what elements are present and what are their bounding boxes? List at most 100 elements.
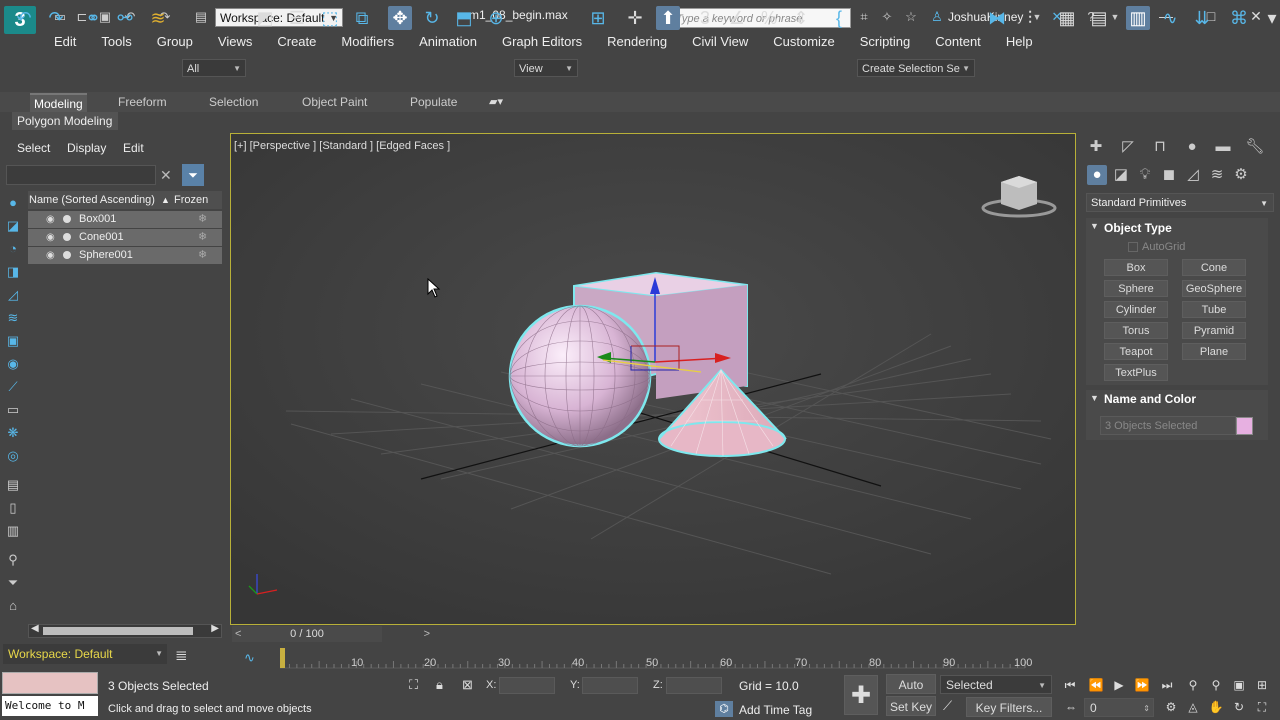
percent-snap-icon[interactable]: % [757, 6, 781, 30]
time-slider-marker[interactable] [280, 648, 285, 668]
key-tangent-icon[interactable]: ⟋ [943, 698, 952, 714]
project-folder-icon[interactable]: ▤ [193, 10, 209, 24]
select-and-rotate-icon[interactable]: ↻ [420, 6, 444, 30]
layers-icon[interactable]: ≣ [175, 646, 188, 664]
cameras-category-icon[interactable]: ◼ [1159, 166, 1179, 184]
mirror-icon[interactable]: ⧓ [985, 6, 1009, 30]
explorer-row-sphere001[interactable]: ◉ Sphere001 ❄ [28, 247, 222, 264]
toggle-ribbon-icon[interactable]: ▤ [1087, 6, 1111, 30]
explorer-menu-edit[interactable]: Edit [123, 141, 144, 155]
display-cameras-icon[interactable]: ◨ [4, 264, 22, 280]
viewport-label[interactable]: [+] [Perspective ] [Standard ] [Edged Fa… [234, 140, 450, 152]
modify-panel-icon[interactable]: ◸ [1118, 138, 1138, 156]
key-mode-toggle-icon[interactable]: ⇔ [1062, 699, 1080, 715]
explorer-menu-display[interactable]: Display [67, 141, 106, 155]
scene-explorer-toggle-icon[interactable]: ▥ [1126, 6, 1150, 30]
explorer-menu-select[interactable]: Select [17, 141, 50, 155]
create-pyramid-button[interactable]: Pyramid [1182, 322, 1246, 339]
snaps-toggle-icon[interactable]: 3 [693, 6, 717, 30]
selection-filter-select[interactable]: All ▼ [182, 59, 246, 77]
menu-graph-editors[interactable]: Graph Editors [488, 33, 593, 51]
display-none-icon[interactable]: ● [4, 195, 22, 211]
display-groups-icon[interactable]: ▣ [4, 333, 22, 349]
select-and-move-icon[interactable]: ✥ [388, 6, 412, 30]
zoom-icon[interactable]: ⚲ [1184, 677, 1202, 693]
rollout-collapse-icon[interactable]: ▼ [1090, 221, 1099, 231]
redo-tool-icon[interactable]: ↷ [44, 6, 68, 30]
create-panel-icon[interactable]: ✚ [1086, 138, 1106, 156]
select-by-name-icon[interactable]: ☰ [285, 6, 309, 30]
menu-civil-view[interactable]: Civil View [678, 33, 759, 51]
maximize-viewport-icon[interactable]: ⛶ [1253, 699, 1271, 715]
menu-views[interactable]: Views [204, 33, 263, 51]
ribbon-options-icon[interactable]: ▰▾ [489, 95, 511, 109]
helpers-category-icon[interactable]: ◿ [1183, 166, 1203, 184]
zoom-all-icon[interactable]: ⚲ [1207, 677, 1225, 693]
menu-help[interactable]: Help [992, 33, 1044, 51]
menu-content[interactable]: Content [921, 33, 992, 51]
field-of-view-icon[interactable]: ◬ [1184, 699, 1202, 715]
zoom-extents-all-icon[interactable]: ⊞ [1253, 677, 1271, 693]
scroll-right-icon[interactable]: ▶ [211, 623, 219, 634]
material-editor-icon[interactable]: ⌘ [1227, 6, 1251, 30]
favorites-star-icon[interactable]: ☆ [903, 10, 919, 24]
create-teapot-button[interactable]: Teapot [1104, 343, 1168, 360]
space-warps-category-icon[interactable]: ≋ [1207, 166, 1227, 184]
layer-explorer-icon[interactable]: ▦ [1055, 6, 1079, 30]
create-geosphere-button[interactable]: GeoSphere [1182, 280, 1246, 297]
lights-category-icon[interactable]: 💡︎ [1135, 166, 1155, 184]
create-box-button[interactable]: Box [1104, 259, 1168, 276]
tab-modeling[interactable]: Modeling [30, 93, 87, 113]
find-icon[interactable]: ⚲ [4, 552, 22, 568]
z-coordinate-field[interactable] [666, 677, 722, 694]
display-invert-icon[interactable]: ▥ [4, 523, 22, 539]
menu-group[interactable]: Group [143, 33, 204, 51]
named-selection-set-select[interactable]: Create Selection Se ▼ [857, 59, 975, 77]
add-time-tag-button[interactable]: Add Time Tag [739, 703, 812, 717]
display-all-icon[interactable]: ▤ [4, 477, 22, 493]
clear-search-icon[interactable]: ✕ [160, 167, 172, 184]
display-none-toggle-icon[interactable]: ▯ [4, 500, 22, 516]
x-coordinate-field[interactable] [499, 677, 555, 694]
spinner-icon[interactable]: ⇕ [1143, 699, 1150, 718]
create-tube-button[interactable]: Tube [1182, 301, 1246, 318]
reference-coordinate-select[interactable]: View ▼ [514, 59, 578, 77]
scrollbar-thumb[interactable] [43, 627, 193, 635]
display-visibility-icon[interactable]: ◎ [4, 448, 22, 464]
isolate-selection-icon[interactable]: ⛶ [409, 677, 418, 693]
display-containers-icon[interactable]: ▭ [4, 402, 22, 418]
pivot-center-icon[interactable]: ⊞ [586, 6, 610, 30]
time-next-icon[interactable]: > [424, 626, 430, 642]
display-panel-icon[interactable]: ▬ [1213, 138, 1233, 156]
object-type-title[interactable]: Object Type [1104, 221, 1172, 235]
create-cone-button[interactable]: Cone [1182, 259, 1246, 276]
time-slider[interactable]: < 0 / 100 > [232, 626, 430, 642]
create-torus-button[interactable]: Torus [1104, 322, 1168, 339]
maxscript-listener-swatch[interactable] [2, 672, 98, 694]
menu-modifiers[interactable]: Modifiers [327, 33, 405, 51]
communication-center-icon[interactable]: ✧ [879, 10, 895, 24]
selection-toggle-icon[interactable]: ⌂ [4, 598, 22, 614]
edit-named-selection-icon[interactable]: { [827, 6, 851, 30]
render-dot-icon[interactable] [63, 215, 71, 223]
window-crossing-icon[interactable]: ⧉ [350, 6, 374, 30]
angle-snap-icon[interactable]: ∠ [725, 6, 749, 30]
curve-editor-mini-icon[interactable]: ∿ [244, 650, 255, 666]
explorer-row-box001[interactable]: ◉ Box001 ❄ [28, 211, 222, 228]
menu-create[interactable]: Create [263, 33, 327, 51]
display-xrefs-icon[interactable]: ◉ [4, 356, 22, 372]
menu-edit[interactable]: Edit [40, 33, 87, 51]
tab-object-paint[interactable]: Object Paint [298, 93, 371, 111]
time-configuration-icon[interactable]: ⚙ [1162, 699, 1180, 715]
render-dot-icon[interactable] [63, 233, 71, 241]
menu-scripting[interactable]: Scripting [846, 33, 922, 51]
explorer-filter-icon[interactable]: ⏷ [182, 164, 204, 186]
previous-frame-icon[interactable]: ⏪ [1087, 677, 1105, 693]
undo-tool-icon[interactable]: ↶ [12, 6, 36, 30]
create-plane-button[interactable]: Plane [1182, 343, 1246, 360]
shapes-category-icon[interactable]: ◪ [1111, 166, 1131, 184]
tab-selection[interactable]: Selection [205, 93, 262, 111]
display-space-warps-icon[interactable]: ≋ [4, 310, 22, 326]
display-particles-icon[interactable]: ❋ [4, 425, 22, 441]
orbit-icon[interactable]: ↻ [1230, 699, 1248, 715]
